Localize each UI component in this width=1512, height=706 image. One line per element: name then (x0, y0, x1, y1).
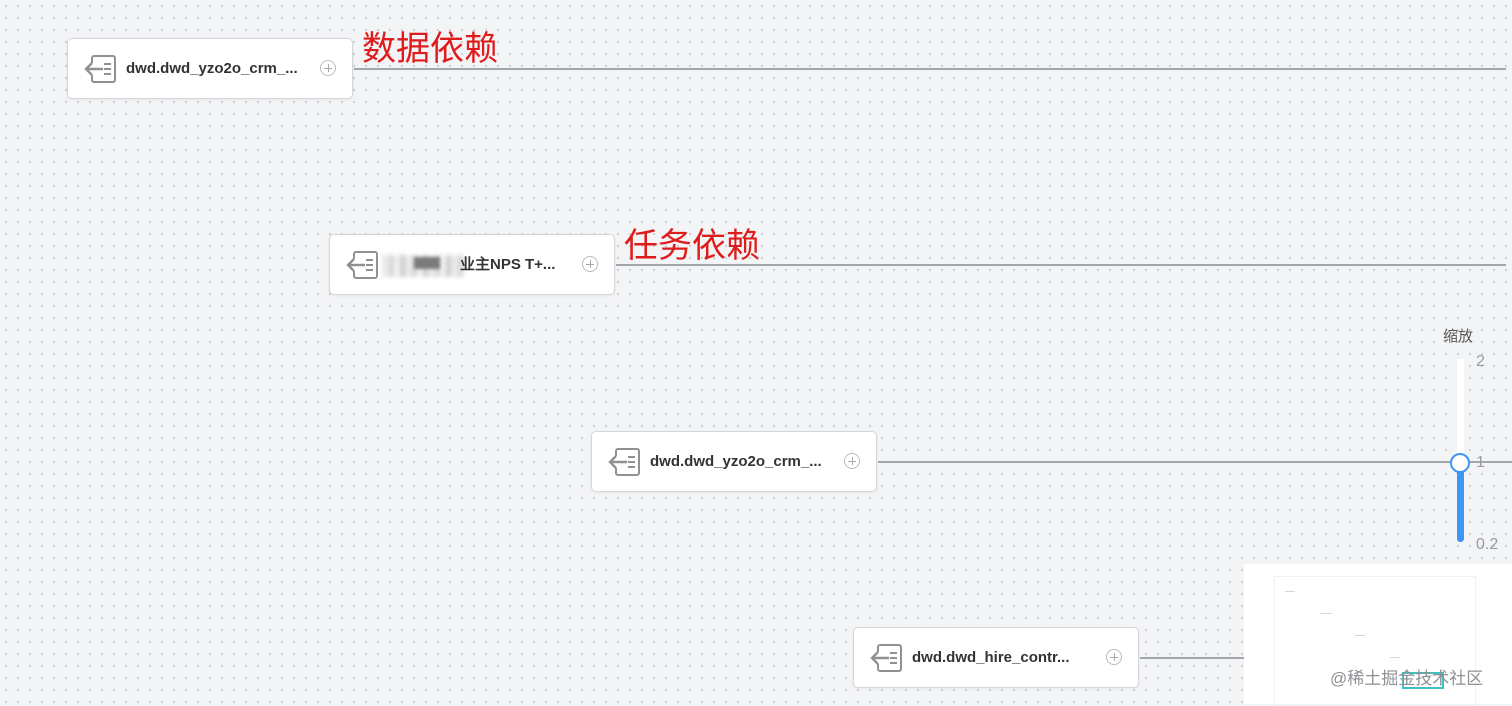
dag-node-2[interactable]: 业主NPS T+... (329, 234, 615, 295)
node-label: 业主NPS T+... (460, 256, 556, 273)
watermark: @稀土掘金技术社区 (1330, 669, 1484, 688)
annotation-task-dependency: 任务依赖 (624, 226, 760, 266)
minimap-edge (1355, 635, 1365, 636)
dag-node-4[interactable]: dwd.dwd_hire_contr... (853, 627, 1139, 688)
table-import-icon (870, 644, 902, 672)
minimap-edge (1320, 613, 1332, 614)
edge-node-4-out (1140, 657, 1244, 659)
edge-node-3-out (878, 461, 1512, 463)
expand-plus-icon[interactable] (320, 60, 336, 76)
expand-plus-icon[interactable] (1106, 649, 1122, 665)
redacted-text (414, 257, 440, 269)
zoom-tick-mid: 1 (1476, 454, 1485, 471)
dag-node-3[interactable]: dwd.dwd_yzo2o_crm_... (591, 431, 877, 492)
zoom-title: 缩放 (1443, 328, 1474, 345)
minimap-edge (1285, 591, 1295, 592)
zoom-tick-min: 0.2 (1476, 536, 1499, 553)
edge-node-1-out (354, 68, 1506, 70)
expand-plus-icon[interactable] (844, 453, 860, 469)
table-import-icon (346, 251, 378, 279)
node-label: dwd.dwd_yzo2o_crm_... (650, 453, 822, 470)
table-import-icon (608, 448, 640, 476)
table-import-icon (84, 55, 116, 83)
minimap-edge (1390, 657, 1400, 658)
expand-plus-icon[interactable] (582, 256, 598, 272)
annotation-data-dependency: 数据依赖 (362, 29, 498, 69)
zoom-tick-max: 2 (1476, 353, 1485, 370)
node-label: dwd.dwd_hire_contr... (912, 649, 1070, 666)
dag-node-1[interactable]: dwd.dwd_yzo2o_crm_... (67, 38, 353, 99)
node-label: dwd.dwd_yzo2o_crm_... (126, 60, 298, 77)
zoom-slider-fill (1457, 463, 1464, 542)
zoom-slider-handle[interactable] (1450, 453, 1470, 473)
